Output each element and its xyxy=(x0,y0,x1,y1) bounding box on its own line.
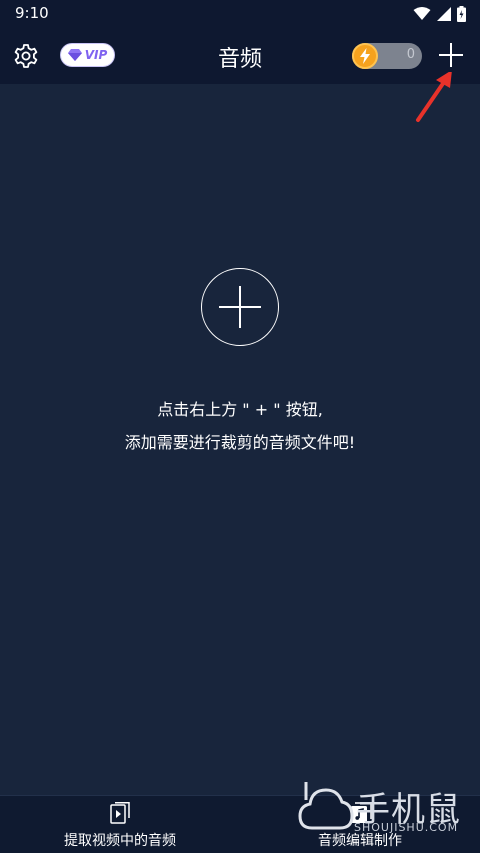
vip-badge[interactable]: VIP xyxy=(60,43,115,67)
empty-hint-line2: 添加需要进行裁剪的音频文件吧! xyxy=(124,433,356,452)
app-bar: VIP 音频 0 xyxy=(0,28,480,84)
watermark-subtext: SHOUJISHU.COM xyxy=(354,821,459,834)
signal-icon xyxy=(437,7,451,21)
nav-extract-audio-label: 提取视频中的音频 xyxy=(64,833,176,849)
empty-hint-line1: 点击右上方 " + " 按钮, xyxy=(157,400,323,419)
watermark: 手机鼠 SHOUJISHU.COM xyxy=(298,778,468,840)
add-audio-button[interactable] xyxy=(436,40,466,70)
nav-extract-audio[interactable]: 提取视频中的音频 xyxy=(0,796,240,853)
gear-icon xyxy=(14,44,38,68)
status-icons xyxy=(413,5,466,23)
battery-icon xyxy=(457,6,466,22)
status-bar: 9:10 xyxy=(0,0,480,28)
center-add-button[interactable] xyxy=(201,268,279,346)
settings-button[interactable] xyxy=(12,42,40,70)
vip-label: VIP xyxy=(84,48,108,62)
diamond-icon xyxy=(67,49,82,61)
lightning-coin-icon xyxy=(352,43,378,69)
red-arrow-annotation xyxy=(416,72,452,122)
status-time: 9:10 xyxy=(15,4,49,22)
credit-toggle[interactable]: 0 xyxy=(352,43,422,69)
plus-icon xyxy=(439,43,463,67)
video-play-icon xyxy=(110,802,130,824)
plus-icon xyxy=(219,286,261,328)
wifi-icon xyxy=(413,7,431,20)
lightning-icon xyxy=(360,48,370,64)
credit-count: 0 xyxy=(406,47,415,62)
cloud-logo-icon xyxy=(298,782,354,830)
